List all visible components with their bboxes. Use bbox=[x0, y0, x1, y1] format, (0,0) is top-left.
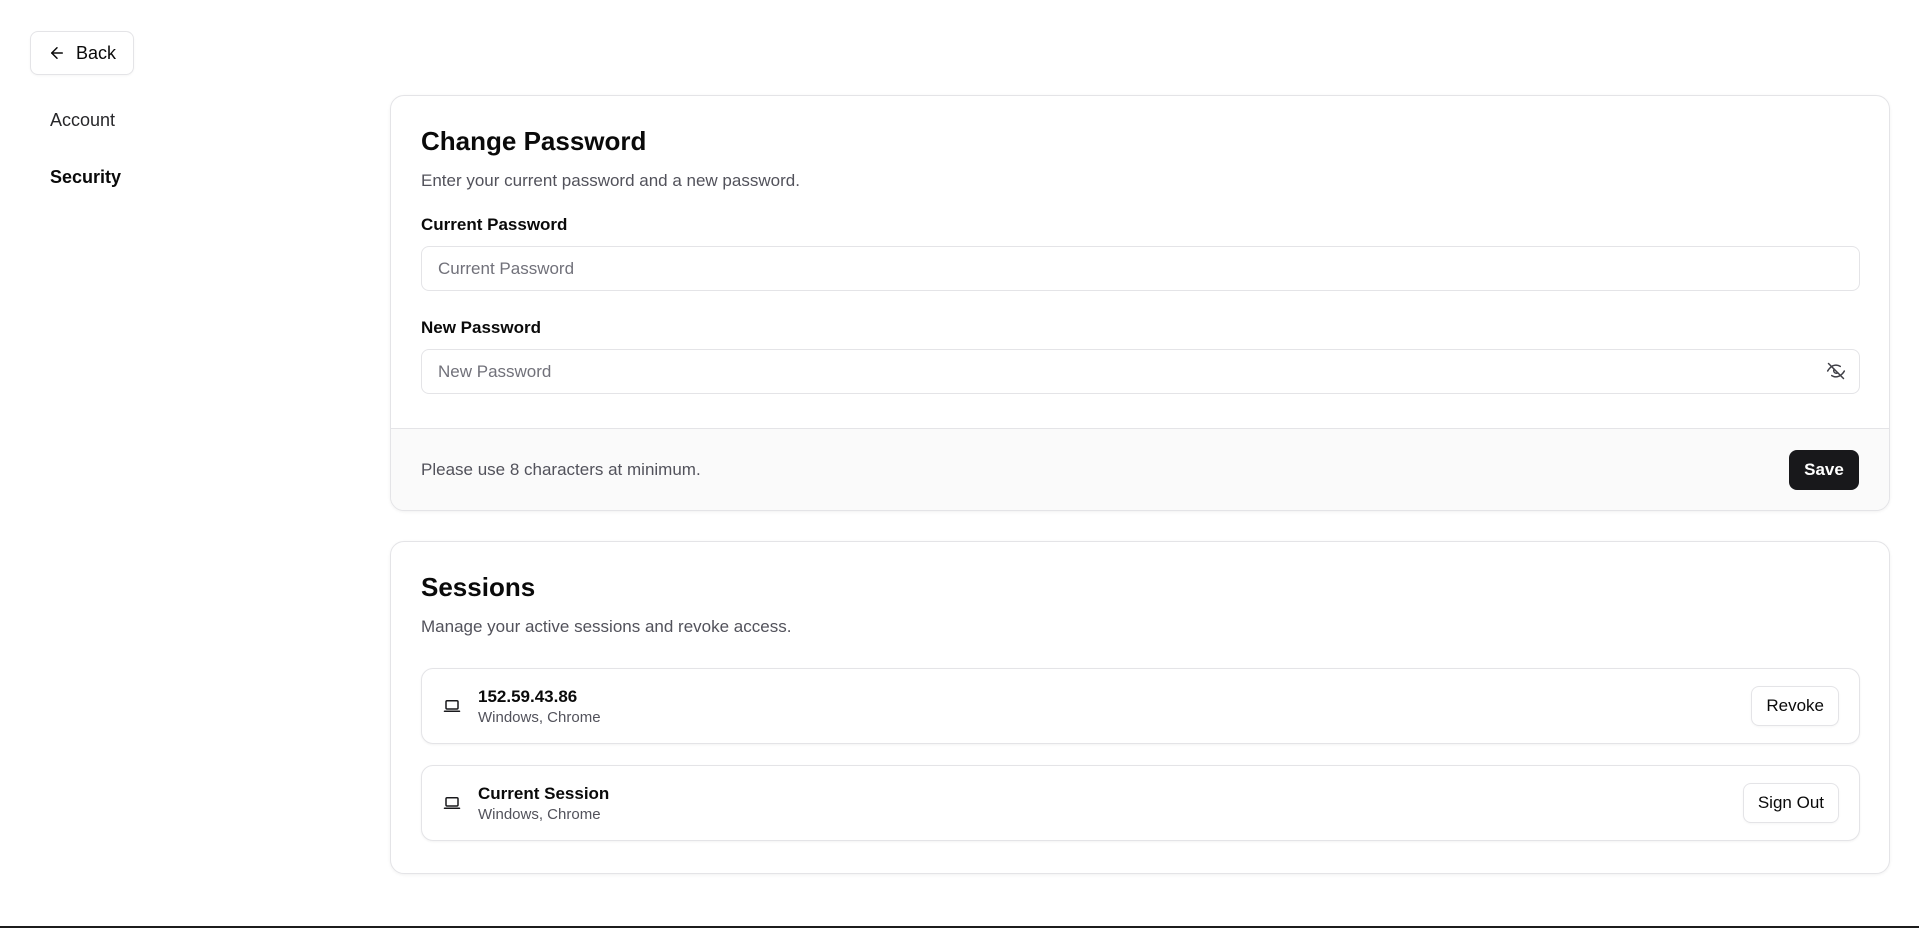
session-list: 152.59.43.86 Windows, Chrome Revoke Curr… bbox=[421, 668, 1860, 841]
change-password-description: Enter your current password and a new pa… bbox=[421, 171, 800, 190]
new-password-wrapper bbox=[421, 349, 1860, 394]
session-device: Windows, Chrome bbox=[478, 805, 601, 823]
session-item: Current Session Windows, Chrome Sign Out bbox=[421, 765, 1860, 841]
password-hint: Please use 8 characters at minimum. bbox=[421, 459, 701, 479]
save-button[interactable]: Save bbox=[1789, 449, 1859, 490]
revoke-button[interactable]: Revoke bbox=[1751, 686, 1839, 726]
session-name: 152.59.43.86 bbox=[478, 686, 578, 706]
change-password-title: Change Password bbox=[421, 126, 647, 156]
current-password-label: Current Password bbox=[421, 215, 568, 234]
nav-item-account[interactable]: Account bbox=[50, 108, 121, 132]
change-password-footer: Please use 8 characters at minimum. Save bbox=[391, 428, 1889, 510]
arrow-left-icon bbox=[48, 44, 66, 62]
session-info: Current Session Windows, Chrome bbox=[478, 783, 609, 824]
laptop-icon bbox=[442, 696, 462, 716]
laptop-icon bbox=[442, 793, 462, 813]
current-password-wrapper bbox=[421, 246, 1860, 291]
back-button-label: Back bbox=[75, 42, 117, 63]
new-password-label: New Password bbox=[421, 318, 541, 337]
session-info: 152.59.43.86 Windows, Chrome bbox=[478, 686, 601, 727]
back-button[interactable]: Back bbox=[30, 31, 134, 75]
new-password-input[interactable] bbox=[421, 349, 1860, 394]
sessions-title: Sessions bbox=[421, 572, 536, 602]
eye-off-icon[interactable] bbox=[1826, 361, 1846, 381]
change-password-card: Change Password Enter your current passw… bbox=[390, 95, 1890, 511]
sessions-card: Sessions Manage your active sessions and… bbox=[390, 541, 1890, 874]
session-device: Windows, Chrome bbox=[478, 708, 601, 726]
settings-nav: Account Security bbox=[50, 108, 121, 189]
session-name: Current Session bbox=[478, 783, 610, 803]
session-item: 152.59.43.86 Windows, Chrome Revoke bbox=[421, 668, 1860, 744]
sessions-description: Manage your active sessions and revoke a… bbox=[421, 617, 792, 636]
settings-page: Back Account Security Change Password En… bbox=[0, 0, 1919, 928]
current-password-input[interactable] bbox=[421, 246, 1860, 291]
sign-out-button[interactable]: Sign Out bbox=[1742, 783, 1839, 823]
nav-item-security[interactable]: Security bbox=[50, 165, 121, 189]
